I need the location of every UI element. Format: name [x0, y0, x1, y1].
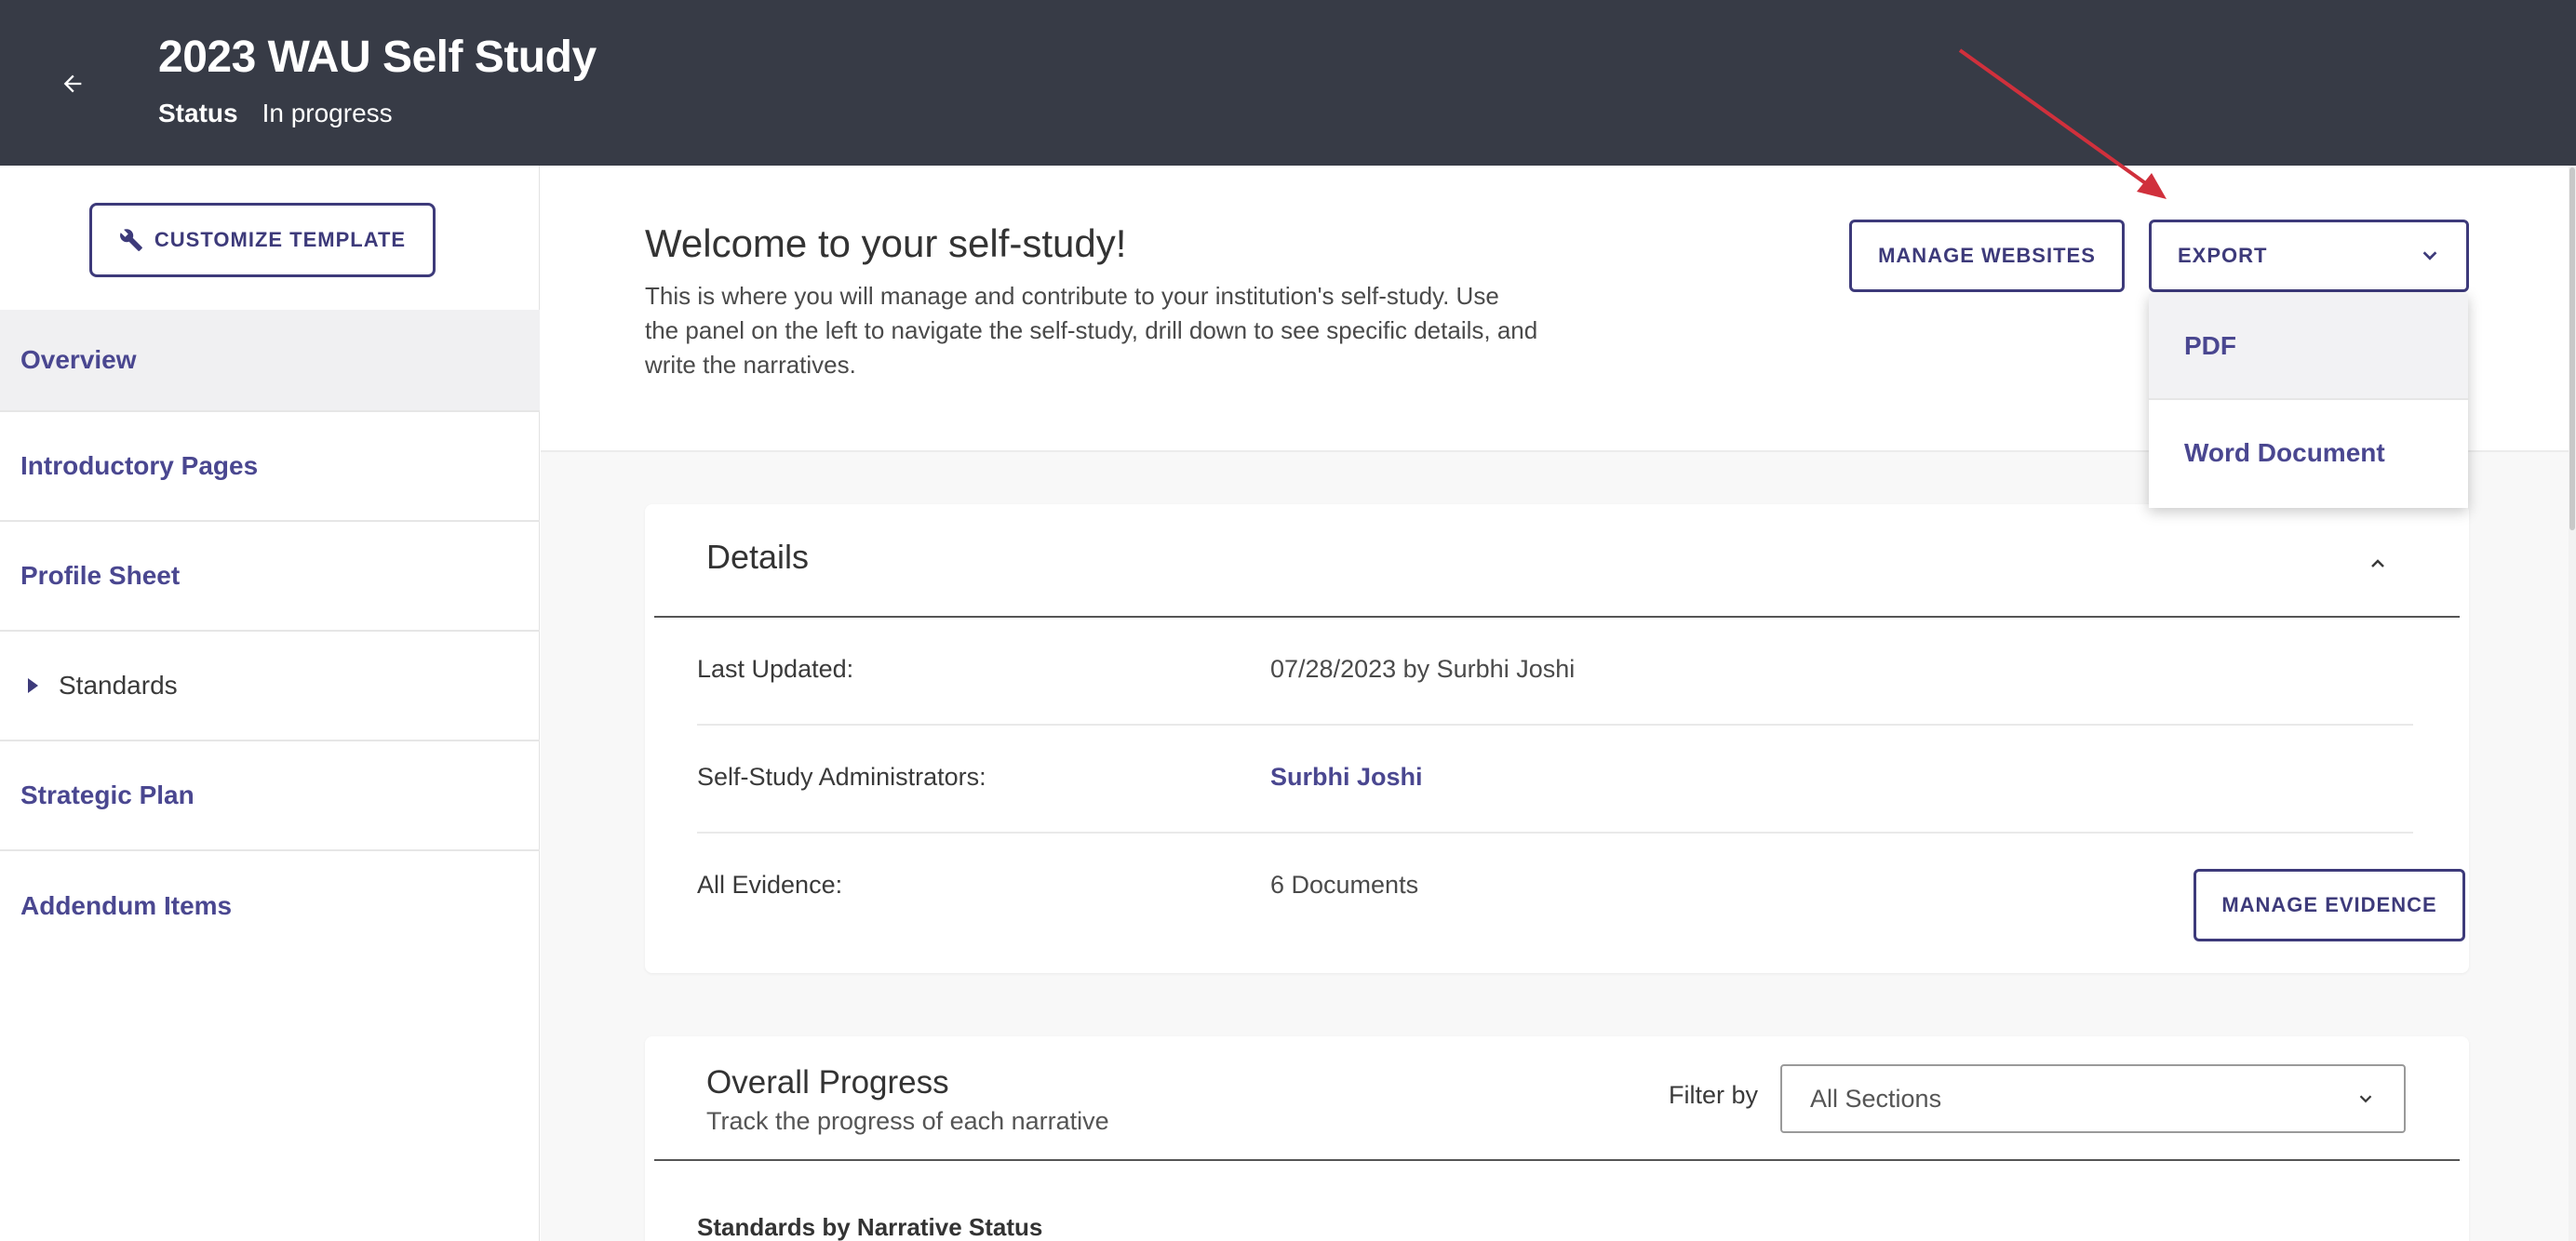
detail-label: All Evidence:	[697, 871, 843, 899]
sidebar-item-label: Introductory Pages	[20, 451, 259, 480]
sidebar-item-label: Overview	[20, 345, 137, 374]
manage-evidence-button[interactable]: MANAGE EVIDENCE	[2194, 869, 2465, 941]
detail-value: 07/28/2023 by Surbhi Joshi	[1270, 655, 1576, 683]
manage-evidence-label: MANAGE EVIDENCE	[2221, 893, 2437, 916]
filter-select[interactable]: All Sections	[1780, 1064, 2406, 1133]
chevron-down-icon	[2422, 251, 2437, 260]
manage-websites-button[interactable]: MANAGE WEBSITES	[1849, 220, 2125, 292]
sidebar-item-addendum-items[interactable]: Addendum Items	[0, 851, 540, 961]
progress-title: Overall Progress	[706, 1064, 949, 1101]
welcome-title: Welcome to your self-study!	[645, 221, 1127, 265]
sidebar-item-profile-sheet[interactable]: Profile Sheet	[0, 522, 540, 632]
detail-row-administrators: Self-Study Administrators: Surbhi Joshi	[697, 726, 2413, 834]
details-title: Details	[706, 538, 810, 576]
sidebar-item-label: Profile Sheet	[20, 561, 181, 590]
export-option-pdf[interactable]: PDF	[2149, 294, 2468, 400]
sidebar-item-strategic-plan[interactable]: Strategic Plan	[0, 741, 540, 851]
customize-template-button[interactable]: CUSTOMIZE TEMPLATE	[89, 203, 436, 277]
export-dropdown-menu: PDF Word Document	[2149, 294, 2468, 508]
app-header: 2023 WAU Self Study Status In progress	[0, 0, 2576, 166]
detail-row-evidence: All Evidence: 6 Documents MANAGE EVIDENC…	[697, 834, 2465, 941]
sidebar-nav: Overview Introductory Pages Profile Shee…	[0, 310, 540, 961]
wrench-icon	[119, 229, 142, 251]
arrow-left-icon	[63, 74, 82, 93]
sidebar-item-standards[interactable]: Standards	[0, 632, 540, 741]
filter-label: Filter by	[1669, 1081, 1759, 1109]
progress-divider	[654, 1159, 2460, 1161]
welcome-text: This is where you will manage and contri…	[645, 282, 1538, 379]
detail-label: Self-Study Administrators:	[697, 763, 986, 791]
export-label: EXPORT	[2178, 244, 2268, 267]
sidebar-item-label: Standards	[59, 671, 178, 700]
customize-template-label: CUSTOMIZE TEMPLATE	[154, 228, 407, 251]
filter-select-value: All Sections	[1810, 1084, 1942, 1113]
details-card: Details Last Updated: 07/28/2023 by Surb…	[645, 504, 2469, 973]
detail-label: Last Updated:	[697, 655, 854, 683]
sidebar-item-introductory-pages[interactable]: Introductory Pages	[0, 412, 540, 522]
export-button[interactable]: EXPORT	[2149, 220, 2469, 292]
sidebar-item-overview[interactable]: Overview	[0, 310, 540, 412]
scrollbar-thumb[interactable]	[2569, 167, 2575, 530]
back-button[interactable]	[54, 65, 91, 102]
detail-value: 6 Documents	[1270, 871, 1419, 899]
status-value: In progress	[262, 99, 393, 127]
detail-row-last-updated: Last Updated: 07/28/2023 by Surbhi Joshi	[697, 618, 2413, 726]
status-label: Status	[158, 99, 238, 127]
export-option-word[interactable]: Word Document	[2149, 400, 2468, 506]
manage-websites-label: MANAGE WEBSITES	[1878, 244, 2096, 267]
standards-status-heading: Standards by Narrative Status	[697, 1213, 1043, 1241]
status-row: Status In progress	[158, 99, 393, 128]
administrator-link[interactable]: Surbhi Joshi	[1270, 763, 1423, 792]
chevron-up-icon[interactable]	[2367, 553, 2389, 575]
chevron-down-icon	[2359, 1095, 2372, 1103]
sidebar: CUSTOMIZE TEMPLATE Overview Introductory…	[0, 166, 540, 1241]
caret-right-icon[interactable]	[28, 678, 38, 693]
page-title: 2023 WAU Self Study	[158, 33, 597, 82]
sidebar-item-label: Addendum Items	[20, 891, 233, 920]
overall-progress-card: Overall Progress Track the progress of e…	[645, 1036, 2469, 1241]
sidebar-item-label: Strategic Plan	[20, 781, 195, 809]
progress-subtitle: Track the progress of each narrative	[706, 1107, 1109, 1135]
